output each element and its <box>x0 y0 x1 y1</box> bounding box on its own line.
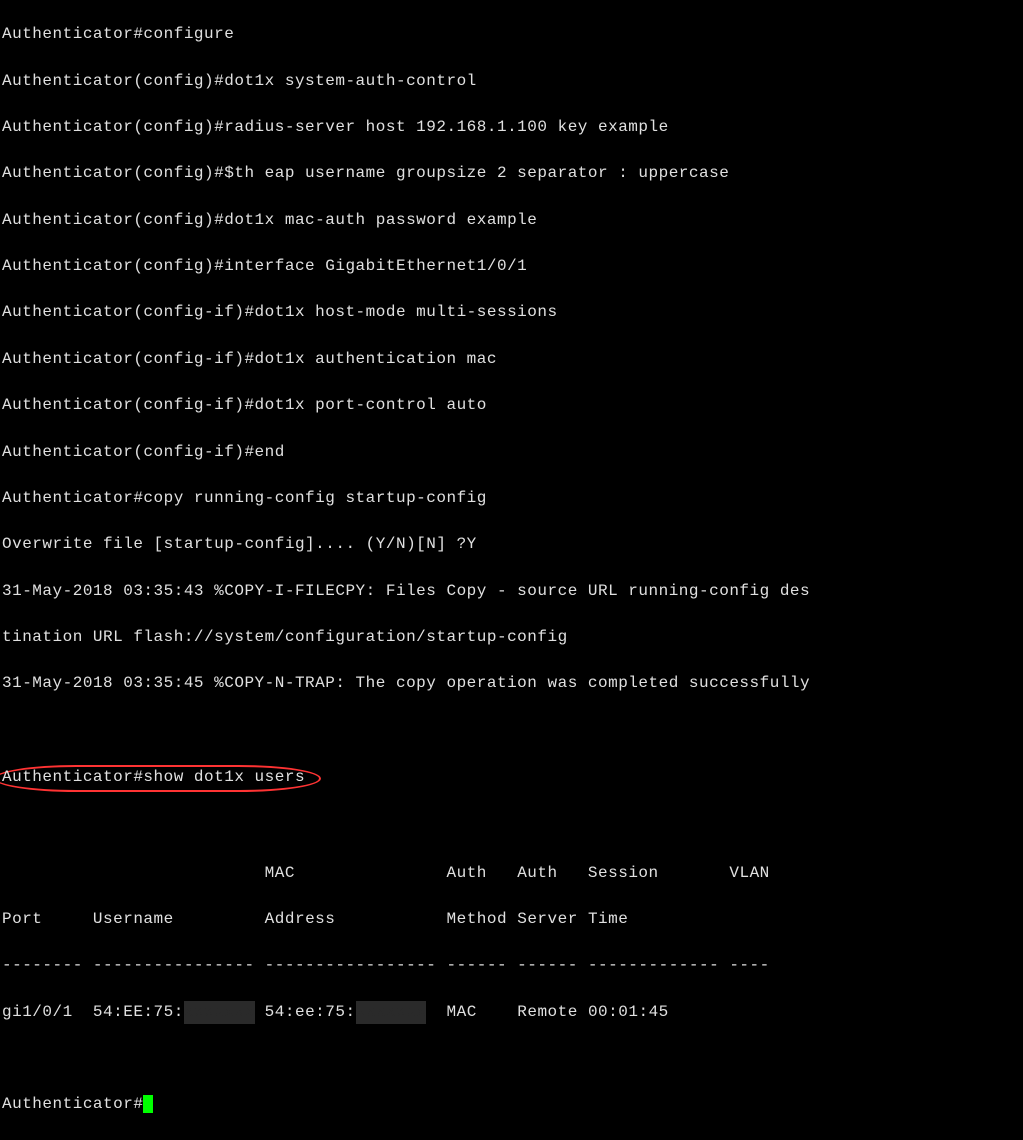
cli-line: Authenticator(config)#interface GigabitE… <box>2 255 1021 278</box>
cell-port: gi1/0/1 <box>2 1003 73 1021</box>
cli-line: Authenticator(config-if)#dot1x authentic… <box>2 348 1021 371</box>
col-header-username: Username <box>93 910 174 928</box>
cli-line: 31-May-2018 03:35:43 %COPY-I-FILECPY: Fi… <box>2 580 1021 603</box>
col-header-auth-method: Auth <box>446 864 486 882</box>
cli-line: Authenticator(config-if)#dot1x host-mode… <box>2 301 1021 324</box>
cell-time: 00:01:45 <box>588 1003 669 1021</box>
blank-line <box>2 1047 1021 1070</box>
col-header-session: Session <box>588 864 659 882</box>
blank-line <box>2 719 1021 742</box>
prompt-line[interactable]: Authenticator# <box>2 1093 1021 1116</box>
col-header-vlan: VLAN <box>729 864 769 882</box>
table-divider: -------- ---------------- --------------… <box>2 954 1021 977</box>
cursor-block <box>143 1095 153 1113</box>
cli-line: Authenticator(config-if)#end <box>2 441 1021 464</box>
cell-method: MAC <box>447 1003 477 1021</box>
table-row: gi1/0/1 54:EE:75:xxxxxxx 54:ee:75:xxxxxx… <box>2 1001 1021 1024</box>
col-header-method: Method <box>447 910 508 928</box>
redacted-text: xxxxxxx <box>356 1001 427 1024</box>
cli-line: Authenticator(config)#$th eap username g… <box>2 162 1021 185</box>
terminal-output: Authenticator#configure Authenticator(co… <box>0 0 1023 1140</box>
cli-line: Overwrite file [startup-config].... (Y/N… <box>2 533 1021 556</box>
cli-line: Authenticator(config)#dot1x system-auth-… <box>2 70 1021 93</box>
cli-line: Authenticator(config-if)#dot1x port-cont… <box>2 394 1021 417</box>
cli-line: Authenticator#configure <box>2 23 1021 46</box>
cell-server: Remote <box>517 1003 578 1021</box>
blank-line <box>2 815 1021 838</box>
col-header-time: Time <box>588 910 628 928</box>
cell-username: 54:EE:75: <box>93 1003 184 1021</box>
col-header-port: Port <box>2 910 42 928</box>
cli-line: 31-May-2018 03:35:45 %COPY-N-TRAP: The c… <box>2 672 1021 695</box>
col-header-mac-address: Address <box>265 910 336 928</box>
cli-line: Authenticator#copy running-config startu… <box>2 487 1021 510</box>
col-header-auth-server: Auth <box>517 864 557 882</box>
cli-line: Authenticator(config)#dot1x mac-auth pas… <box>2 209 1021 232</box>
cli-line: Authenticator(config)#radius-server host… <box>2 116 1021 139</box>
prompt: Authenticator# <box>2 768 143 786</box>
highlighted-command-line: Authenticator#show dot1x users <box>2 765 1021 792</box>
cell-mac: 54:ee:75: <box>265 1003 356 1021</box>
prompt: Authenticator# <box>2 1095 143 1113</box>
table-header-row-2: Port Username Address Method Server Time <box>2 908 1021 931</box>
redacted-text: xxxxxxx <box>184 1001 255 1024</box>
table-header-row-1: MAC Auth Auth Session VLAN <box>2 862 1021 885</box>
command-text: show dot1x users <box>143 768 305 786</box>
col-header-server: Server <box>517 910 578 928</box>
col-header-mac: MAC <box>265 864 295 882</box>
cli-line: tination URL flash://system/configuratio… <box>2 626 1021 649</box>
red-highlight-oval: Authenticator#show dot1x users <box>0 765 321 792</box>
